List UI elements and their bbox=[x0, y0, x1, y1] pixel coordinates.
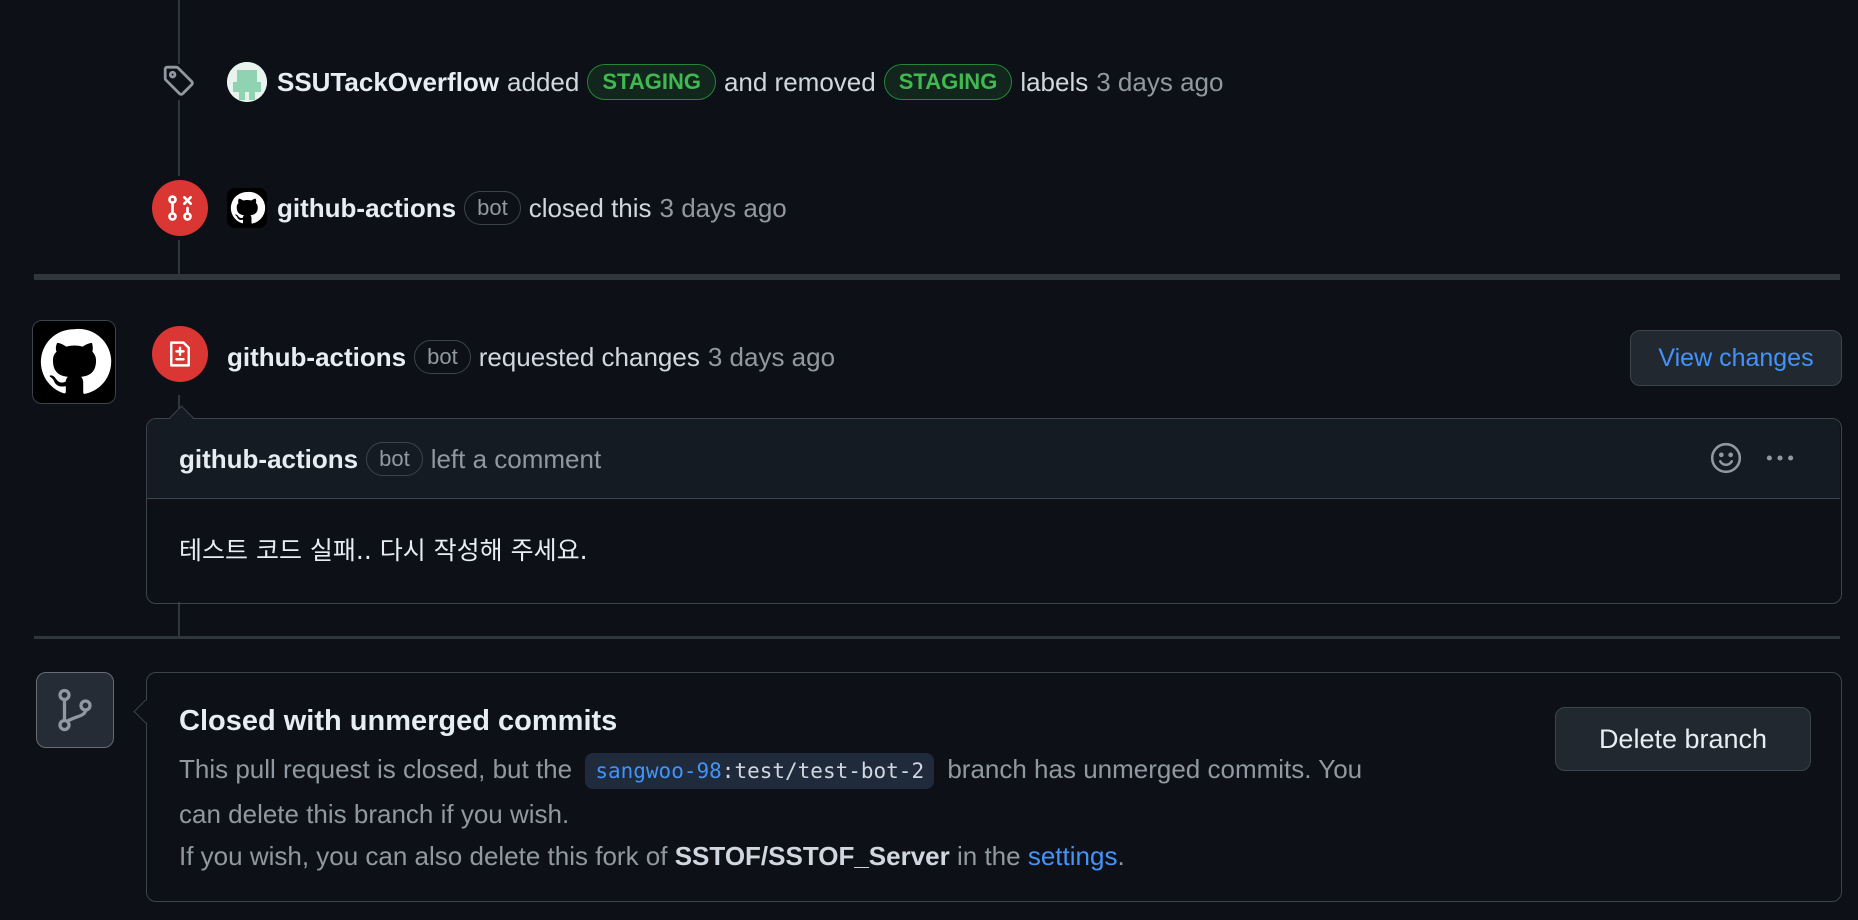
github-actions-avatar[interactable] bbox=[227, 188, 267, 228]
closed-description: This pull request is closed, but the san… bbox=[179, 749, 1479, 876]
timestamp[interactable]: 3 days ago bbox=[660, 193, 787, 224]
git-branch-icon bbox=[36, 672, 114, 748]
line3-mid: in the bbox=[957, 841, 1021, 871]
repo-name: SSTOF/SSTOF_Server bbox=[674, 841, 950, 871]
line1-after: branch has unmerged commits. You bbox=[947, 754, 1363, 784]
delete-branch-button[interactable]: Delete branch bbox=[1555, 707, 1811, 771]
bot-badge: bot bbox=[366, 442, 423, 476]
bot-badge: bot bbox=[464, 191, 521, 225]
comment-action: left a comment bbox=[430, 443, 602, 474]
label-event: SSUTackOverflow added STAGING and remove… bbox=[227, 60, 1223, 104]
review-event: github-actions bot requested changes 3 d… bbox=[227, 335, 835, 379]
line3-before: If you wish, you can also delete this fo… bbox=[179, 841, 668, 871]
comment-author[interactable]: github-actions bbox=[179, 444, 358, 475]
line1-before: This pull request is closed, but the bbox=[179, 754, 573, 784]
kebab-horizontal-icon[interactable] bbox=[1763, 441, 1799, 477]
settings-link[interactable]: settings bbox=[1028, 841, 1118, 871]
requested-changes-text: requested changes bbox=[478, 341, 700, 372]
branch-name[interactable]: sangwoo-98:test/test-bot-2 bbox=[585, 753, 935, 789]
review-comment: github-actions bot left a comment 테스트 코드… bbox=[146, 405, 1842, 604]
actor-link[interactable]: github-actions bbox=[227, 342, 406, 373]
closed-title: Closed with unmerged commits bbox=[179, 705, 618, 737]
actor-link[interactable]: github-actions bbox=[277, 193, 456, 224]
box-pointer bbox=[133, 699, 158, 724]
comment-header: github-actions bot left a comment bbox=[147, 419, 1840, 499]
github-actions-large-avatar[interactable] bbox=[32, 320, 116, 404]
label-staging-removed[interactable]: STAGING bbox=[883, 64, 1013, 100]
line3-end: . bbox=[1117, 841, 1125, 871]
line2: can delete this branch if you wish. bbox=[179, 799, 570, 829]
timestamp[interactable]: 3 days ago bbox=[1096, 67, 1223, 98]
timeline-line-top bbox=[178, 0, 180, 280]
view-changes-button[interactable]: View changes bbox=[1630, 330, 1842, 386]
file-diff-icon bbox=[152, 326, 208, 382]
closed-unmerged-box: Closed with unmerged commits This pull r… bbox=[133, 672, 1842, 902]
actor-link[interactable]: SSUTackOverflow bbox=[277, 67, 499, 98]
view-changes-label: View changes bbox=[1658, 343, 1814, 372]
added-text: added bbox=[507, 66, 580, 97]
git-pull-request-closed-icon bbox=[152, 180, 208, 236]
closed-text: closed this bbox=[528, 192, 652, 223]
closed-event: github-actions bot closed this 3 days ag… bbox=[227, 186, 787, 230]
delete-branch-label: Delete branch bbox=[1598, 723, 1768, 754]
avatar[interactable] bbox=[227, 62, 267, 102]
timeline-separator bbox=[34, 636, 1840, 639]
removed-text: and removed bbox=[723, 66, 876, 97]
bot-badge: bot bbox=[414, 340, 471, 374]
labels-text: labels bbox=[1020, 66, 1089, 97]
timeline-separator bbox=[34, 274, 1840, 280]
tag-icon bbox=[162, 64, 198, 100]
smiley-icon[interactable] bbox=[1709, 441, 1745, 477]
timestamp[interactable]: 3 days ago bbox=[708, 342, 835, 373]
label-staging-added[interactable]: STAGING bbox=[587, 64, 716, 100]
timeline-line-bottom bbox=[178, 602, 180, 638]
comment-body: 테스트 코드 실패.. 다시 작성해 주세요. bbox=[179, 536, 588, 565]
